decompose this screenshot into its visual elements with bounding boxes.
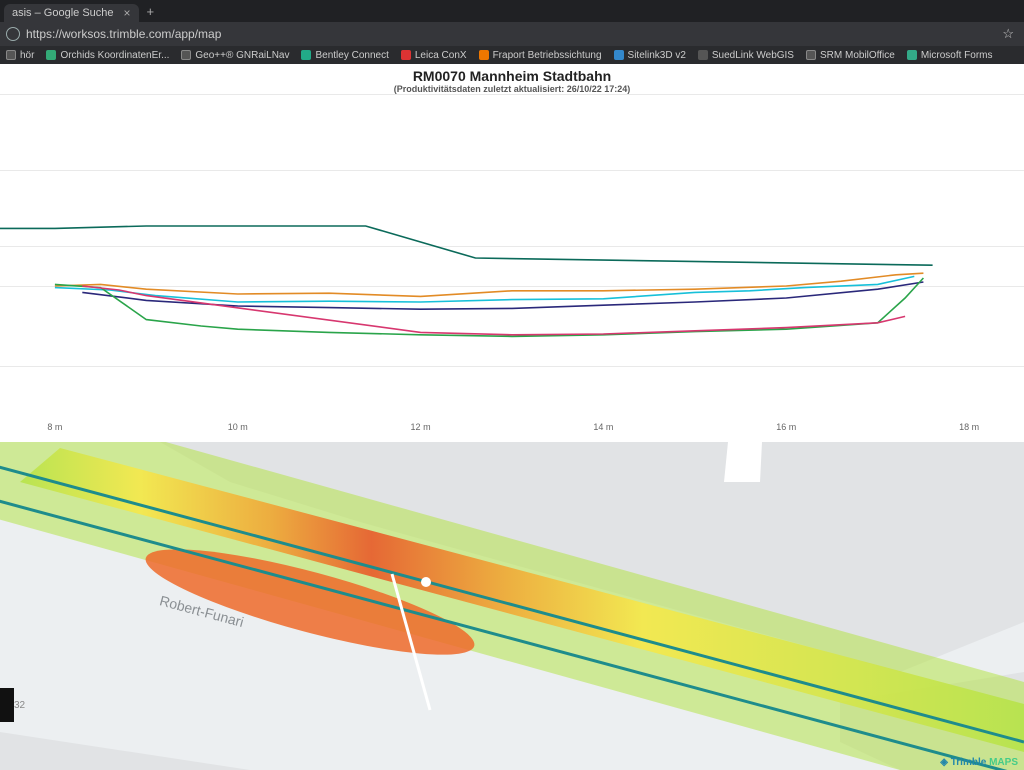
profile-chart[interactable]: 8 m 10 m 12 m 14 m 16 m 18 m xyxy=(0,64,1024,442)
provider-text: Trimble xyxy=(951,757,987,768)
bookmark-label: hör xyxy=(20,50,34,61)
bookmark-label: Microsoft Forms xyxy=(921,50,993,61)
x-axis: 8 m 10 m 12 m 14 m 16 m 18 m xyxy=(0,422,1024,436)
x-tick-label: 10 m xyxy=(228,422,248,432)
bookmark-favicon-icon xyxy=(401,50,411,60)
map-viewport[interactable]: Robert-Funari ◈ Trimble MAPS xyxy=(0,442,1024,770)
bookmark-item[interactable]: Orchids KoordinatenEr... xyxy=(46,50,169,61)
bookmark-item[interactable]: Geo++® GNRaiLNav xyxy=(181,50,289,61)
bookmark-label: Fraport Betriebssichtung xyxy=(493,50,602,61)
x-tick-label: 8 m xyxy=(47,422,62,432)
close-icon[interactable]: × xyxy=(124,6,131,20)
bookmark-label: SuedLink WebGIS xyxy=(712,50,794,61)
site-info-icon[interactable] xyxy=(6,27,20,41)
app-content: RM0070 Mannheim Stadtbahn (Produktivität… xyxy=(0,64,1024,768)
bookmark-label: Sitelink3D v2 xyxy=(628,50,686,61)
bookmark-label: Geo++® GNRaiLNav xyxy=(195,50,289,61)
bookmark-favicon-icon xyxy=(301,50,311,60)
browser-tab-strip: asis – Google Suche × + xyxy=(0,0,1024,22)
bookmarks-bar: hör Orchids KoordinatenEr... Geo++® GNRaiL… xyxy=(0,46,1024,64)
bookmark-item[interactable]: Bentley Connect xyxy=(301,50,388,61)
map-provider-logo: ◈ Trimble MAPS xyxy=(940,757,1018,768)
tab-title: asis – Google Suche xyxy=(12,7,114,19)
x-tick-label: 18 m xyxy=(959,422,979,432)
bookmark-favicon-icon xyxy=(6,50,16,60)
bookmark-star-icon[interactable]: ☆ xyxy=(1002,26,1014,42)
bookmark-item[interactable]: hör xyxy=(6,50,34,61)
side-badge-value: 32 xyxy=(14,700,25,711)
bookmark-item[interactable]: Sitelink3D v2 xyxy=(614,50,686,61)
series-orange[interactable] xyxy=(55,273,924,296)
x-tick-label: 16 m xyxy=(776,422,796,432)
bookmark-item[interactable]: Microsoft Forms xyxy=(907,50,993,61)
bookmark-label: SRM MobilOffice xyxy=(820,50,895,61)
bookmark-label: Orchids KoordinatenEr... xyxy=(60,50,169,61)
new-tab-button[interactable]: + xyxy=(147,4,155,19)
series-dark-teal[interactable] xyxy=(0,226,933,265)
bookmark-favicon-icon xyxy=(479,50,489,60)
bookmark-label: Bentley Connect xyxy=(315,50,388,61)
browser-tab[interactable]: asis – Google Suche × xyxy=(4,4,139,22)
bookmark-favicon-icon xyxy=(698,50,708,60)
series-dark-blue[interactable] xyxy=(82,282,923,309)
bookmark-item[interactable]: SuedLink WebGIS xyxy=(698,50,794,61)
provider-text-2: MAPS xyxy=(989,757,1018,768)
bookmark-item[interactable]: SRM MobilOffice xyxy=(806,50,895,61)
bookmark-favicon-icon xyxy=(46,50,56,60)
bookmark-item[interactable]: Fraport Betriebssichtung xyxy=(479,50,602,61)
bookmark-favicon-icon xyxy=(907,50,917,60)
address-bar[interactable]: https://worksos.trimble.com/app/map xyxy=(26,27,996,41)
series-magenta[interactable] xyxy=(82,286,905,335)
bookmark-favicon-icon xyxy=(181,50,191,60)
x-tick-label: 14 m xyxy=(593,422,613,432)
side-badge[interactable] xyxy=(0,688,14,722)
provider-trimble-icon: ◈ xyxy=(940,757,950,768)
x-tick-label: 12 m xyxy=(411,422,431,432)
bookmark-favicon-icon xyxy=(806,50,816,60)
bookmark-favicon-icon xyxy=(614,50,624,60)
bookmark-item[interactable]: Leica ConX xyxy=(401,50,467,61)
address-bar-row: https://worksos.trimble.com/app/map ☆ xyxy=(0,22,1024,46)
bookmark-label: Leica ConX xyxy=(415,50,467,61)
